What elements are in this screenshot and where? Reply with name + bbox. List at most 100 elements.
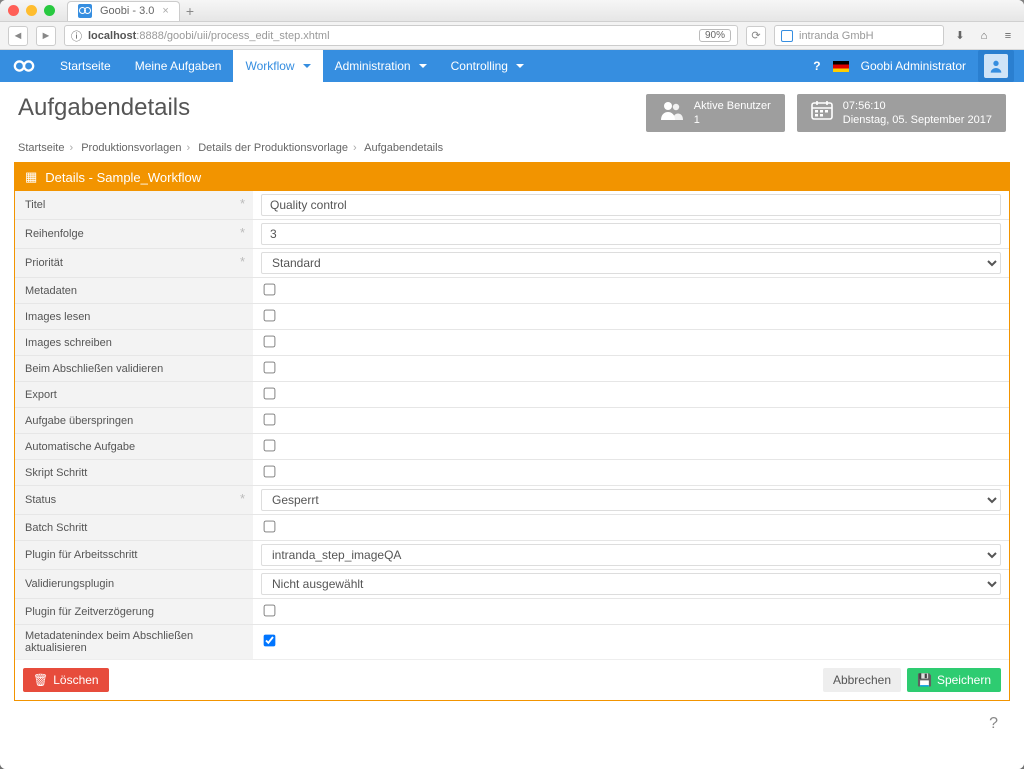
zoom-level[interactable]: 90% [699,29,731,42]
info-icon: ⓘ [71,28,82,44]
window-minimize-dot[interactable] [26,5,37,16]
field-label: Images schreiben [15,330,253,355]
new-tab-button[interactable]: + [186,3,194,19]
field-label: Metadaten [15,278,253,303]
browser-tab[interactable]: Goobi - 3.0 × [67,1,180,21]
cancel-button[interactable]: Abbrechen [823,668,901,692]
checkbox-input[interactable] [264,635,276,647]
nav-forward-button[interactable]: ► [36,26,56,46]
crumb-0[interactable]: Startseite [18,142,64,154]
field-label: Plugin für Arbeitsschritt [15,541,253,569]
form-row: Plugin für Arbeitsschritt intranda_step_i… [15,540,1009,569]
form-row: Aufgabe überspringen [15,407,1009,433]
checkbox-input[interactable] [264,439,276,451]
macos-titlebar: Goobi - 3.0 × + [0,0,1024,22]
app-logo[interactable] [10,52,38,80]
nav-administration[interactable]: Administration [323,50,439,82]
url-path: :8888/goobi/uii/process_edit_step.xhtml [136,30,329,42]
checkbox-input[interactable] [264,387,276,399]
checkbox-input[interactable] [264,604,276,616]
field-label: Automatische Aufgabe [15,434,253,459]
current-time: 07:56:10 [843,100,992,112]
field-label: Export [15,382,253,407]
delete-button[interactable]: 🗑 Löschen [23,668,109,692]
home-icon[interactable]: ⌂ [976,30,992,42]
text-input[interactable] [261,194,1001,216]
crumb-3: Aufgabendetails [364,142,443,154]
field-label: Aufgabe überspringen [15,408,253,433]
user-avatar-icon [984,54,1008,78]
tab-title: Goobi - 3.0 [100,5,154,17]
active-users-widget: Aktive Benutzer 1 [646,94,785,132]
nav-startseite[interactable]: Startseite [48,50,123,82]
select-input[interactable]: Standard [261,252,1001,274]
field-label: Plugin für Zeitverzögerung [15,599,253,624]
active-users-label: Aktive Benutzer [694,100,771,112]
form-row: Titel [15,191,1009,219]
checkbox-input[interactable] [264,361,276,373]
calendar-icon [811,100,833,126]
text-input[interactable] [261,223,1001,245]
panel-heading: ▦ Details - Sample_Workflow [15,163,1009,191]
form-row: Priorität Standard [15,248,1009,277]
crumb-2[interactable]: Details der Produktionsvorlage [198,142,348,154]
nav-controlling[interactable]: Controlling [439,50,536,82]
checkbox-input[interactable] [264,465,276,477]
checkbox-input[interactable] [264,309,276,321]
form-row: Plugin für Zeitverzögerung [15,598,1009,624]
field-label: Metadatenindex beim Abschließen aktualis… [15,625,253,659]
user-menu[interactable] [978,50,1014,82]
checkbox-input[interactable] [264,413,276,425]
nav-meine-aufgaben[interactable]: Meine Aufgaben [123,50,234,82]
download-icon[interactable]: ⬇ [952,29,968,42]
language-flag-icon[interactable] [833,61,849,72]
form-row: ValidierungspluginNicht ausgewählt [15,569,1009,598]
trash-icon: 🗑 [33,673,48,687]
form-row: Images schreiben [15,329,1009,355]
current-user: Goobi Administrator [861,59,966,73]
datetime-widget: 07:56:10 Dienstag, 05. September 2017 [797,94,1006,132]
field-label: Titel [15,191,253,219]
help-icon[interactable]: ? [813,59,820,73]
save-icon: 💾 [917,673,932,687]
form-row: Batch Schritt [15,514,1009,540]
save-button[interactable]: 💾 Speichern [907,668,1001,692]
url-host: localhost [88,30,136,42]
form-row: Metadatenindex beim Abschließen aktualis… [15,624,1009,659]
field-label: Beim Abschließen validieren [15,356,253,381]
field-label: Skript Schritt [15,460,253,485]
nav-back-button[interactable]: ◄ [8,26,28,46]
page-title: Aufgabendetails [18,94,634,122]
window-zoom-dot[interactable] [44,5,55,16]
grid-icon: ▦ [25,169,37,185]
checkbox-input[interactable] [264,520,276,532]
breadcrumb: Startseite› Produktionsvorlagen› Details… [0,142,1024,162]
checkbox-input[interactable] [264,283,276,295]
tab-close-icon[interactable]: × [162,5,168,17]
form-row: Reihenfolge [15,219,1009,248]
select-input[interactable]: Nicht ausgewählt [261,573,1001,595]
select-input[interactable]: intranda_step_imageQA [261,544,1001,566]
window-close-dot[interactable] [8,5,19,16]
checkbox-input[interactable] [264,335,276,347]
menu-icon[interactable]: ≡ [1000,30,1016,42]
current-date: Dienstag, 05. September 2017 [843,114,992,126]
reload-button[interactable]: ⟳ [746,26,766,46]
form-row: Beim Abschließen validieren [15,355,1009,381]
field-label: Images lesen [15,304,253,329]
form-row: Skript Schritt [15,459,1009,485]
nav-workflow[interactable]: Workflow [233,50,322,82]
form-row: Status Gesperrt [15,485,1009,514]
url-bar[interactable]: ⓘ localhost:8888/goobi/uii/process_edit_… [64,25,738,46]
details-panel: ▦ Details - Sample_Workflow TitelReihenf… [14,162,1010,701]
crumb-1[interactable]: Produktionsvorlagen [81,142,181,154]
field-label: Priorität [15,249,253,277]
search-box[interactable]: intranda GmbH [774,25,944,46]
field-label: Status [15,486,253,514]
form-row: Automatische Aufgabe [15,433,1009,459]
field-label: Reihenfolge [15,220,253,248]
corner-help-icon[interactable]: ? [989,715,998,733]
select-input[interactable]: Gesperrt [261,489,1001,511]
form-row: Images lesen [15,303,1009,329]
tab-favicon [78,4,92,18]
